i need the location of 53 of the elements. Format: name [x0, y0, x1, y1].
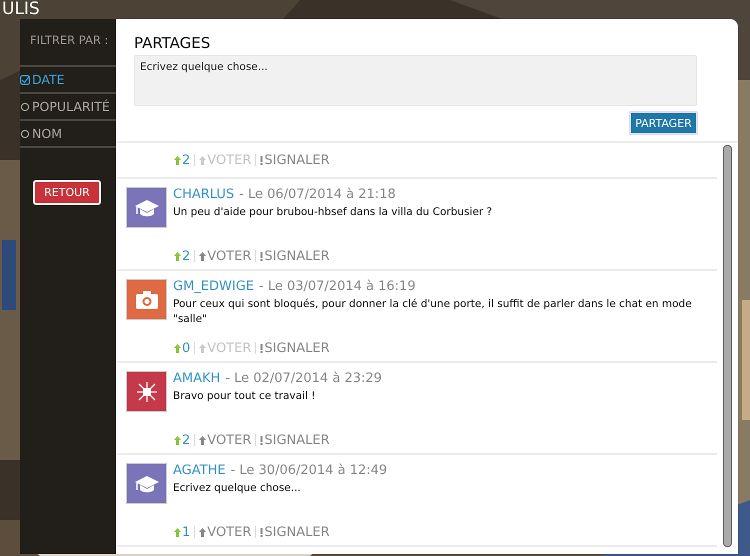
- message-field[interactable]: Ecrivez quelque chose...: [134, 55, 697, 106]
- exclamation-icon: [260, 344, 264, 352]
- vote-link[interactable]: VOTER: [199, 432, 252, 448]
- up-arrow-icon: [199, 344, 206, 352]
- checkbox-checked-icon: [20, 74, 30, 84]
- up-arrow-icon: [174, 252, 181, 260]
- author-name[interactable]: CHARLUS: [173, 187, 234, 202]
- up-arrow-icon: [199, 156, 206, 164]
- post-date: - Le 03/07/2014 à 16:19: [259, 279, 416, 294]
- vote-link[interactable]: VOTER: [199, 524, 252, 540]
- post-date: - Le 30/06/2014 à 12:49: [230, 463, 388, 478]
- vote-count: 0: [174, 340, 190, 356]
- share-button[interactable]: PARTAGER: [629, 111, 698, 135]
- exclamation-icon: [260, 436, 264, 444]
- author-name[interactable]: GM_EDWIGE: [173, 279, 254, 294]
- up-arrow-icon: [174, 156, 181, 164]
- radio-icon: [20, 128, 30, 138]
- panel-heading: PARTAGES: [133, 33, 212, 54]
- report-link[interactable]: SIGNALER: [260, 524, 330, 540]
- radio-icon: [20, 102, 30, 112]
- exclamation-icon: [260, 156, 264, 164]
- post-date: - Le 06/07/2014 à 21:18: [239, 187, 396, 202]
- post-text: Bravo pour tout ce travail !: [173, 389, 316, 404]
- graduation-cap-icon: [134, 198, 160, 218]
- vote-count: 2: [174, 152, 190, 168]
- vote-count: 1: [174, 524, 190, 540]
- camera-icon: [134, 290, 158, 310]
- author-name[interactable]: AGATHE: [173, 463, 226, 478]
- exclamation-icon: [260, 252, 264, 260]
- author-name[interactable]: AMAKH: [173, 371, 220, 386]
- report-link[interactable]: SIGNALER: [260, 248, 330, 264]
- report-link[interactable]: SIGNALER: [260, 340, 330, 356]
- filter-label: FILTRER PAR :: [29, 33, 110, 49]
- up-arrow-icon: [174, 344, 181, 352]
- post-date: - Le 02/07/2014 à 23:29: [225, 371, 382, 386]
- page-title: ULIS: [2, 0, 40, 19]
- graduation-cap-icon: [134, 474, 160, 494]
- back-button[interactable]: RETOUR: [33, 180, 101, 205]
- vote-link[interactable]: VOTER: [199, 248, 252, 264]
- report-link[interactable]: SIGNALER: [260, 432, 330, 448]
- up-arrow-icon: [174, 436, 181, 444]
- vote-count: 2: [174, 248, 190, 264]
- up-arrow-icon: [199, 528, 206, 536]
- post-text: Un peu d'aide pour brubou-hbsef dans la villa du Corbusier ?: [173, 205, 494, 220]
- post-text: Pour ceux qui sont bloqués, pour donner la clé d'une porte, il suffit de parler dans le chat en mode "salle": [173, 297, 693, 327]
- up-arrow-icon: [199, 252, 206, 260]
- up-arrow-icon: [174, 528, 181, 536]
- up-arrow-icon: [199, 436, 206, 444]
- exclamation-icon: [260, 528, 264, 536]
- post-text: Ecrivez quelque chose...: [173, 481, 302, 496]
- vote-count: 2: [174, 432, 190, 448]
- report-link[interactable]: SIGNALER: [260, 152, 330, 168]
- scrollbar-thumb[interactable]: [723, 145, 732, 547]
